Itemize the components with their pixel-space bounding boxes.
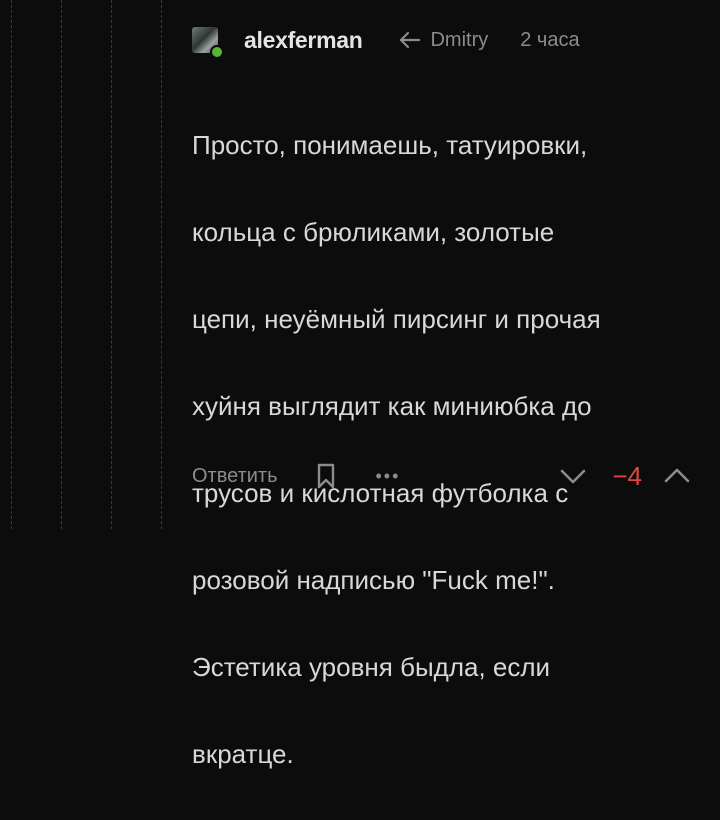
- comment-line: хуйня выглядит как миниюбка до: [192, 390, 592, 421]
- avatar[interactable]: [192, 27, 224, 59]
- reply-to-name: Dmitry: [430, 28, 489, 51]
- thread-line: [61, 0, 62, 529]
- comment-header: alexferman Dmitry 2 часа: [192, 22, 692, 59]
- comment-line: Эстетика уровня быдла, если: [192, 651, 551, 682]
- more-options-button[interactable]: •••: [376, 466, 401, 487]
- vote-down-icon[interactable]: [558, 466, 588, 486]
- comment-footer: Ответить ••• −4: [192, 458, 692, 494]
- thread-line: [161, 0, 162, 529]
- comment-line: вкратце.: [192, 738, 294, 769]
- comment-line: розовой надписью "Fuck me!".: [192, 564, 555, 595]
- online-indicator-icon: [210, 45, 224, 59]
- comment-rating: −4: [612, 460, 642, 491]
- reply-button[interactable]: Ответить: [192, 465, 278, 488]
- comment: alexferman Dmitry 2 часа Просто, понимае…: [192, 22, 692, 820]
- thread-line: [111, 0, 112, 529]
- comment-line: Просто, понимаешь, татуировки,: [192, 129, 588, 160]
- timestamp[interactable]: 2 часа: [520, 29, 579, 52]
- vote-up-icon[interactable]: [662, 466, 692, 486]
- thread-line: [11, 0, 12, 529]
- comment-line: кольца с брюликами, золотые: [192, 216, 555, 247]
- reply-arrow-icon: [400, 31, 421, 49]
- comment-line: цепи, неуёмный пирсинг и прочая: [192, 303, 601, 334]
- reply-to-link[interactable]: Dmitry: [398, 29, 488, 52]
- comment-body: Просто, понимаешь, татуировки, кольца с …: [192, 80, 692, 820]
- username-link[interactable]: alexferman: [244, 27, 363, 54]
- bookmark-icon[interactable]: [316, 462, 336, 490]
